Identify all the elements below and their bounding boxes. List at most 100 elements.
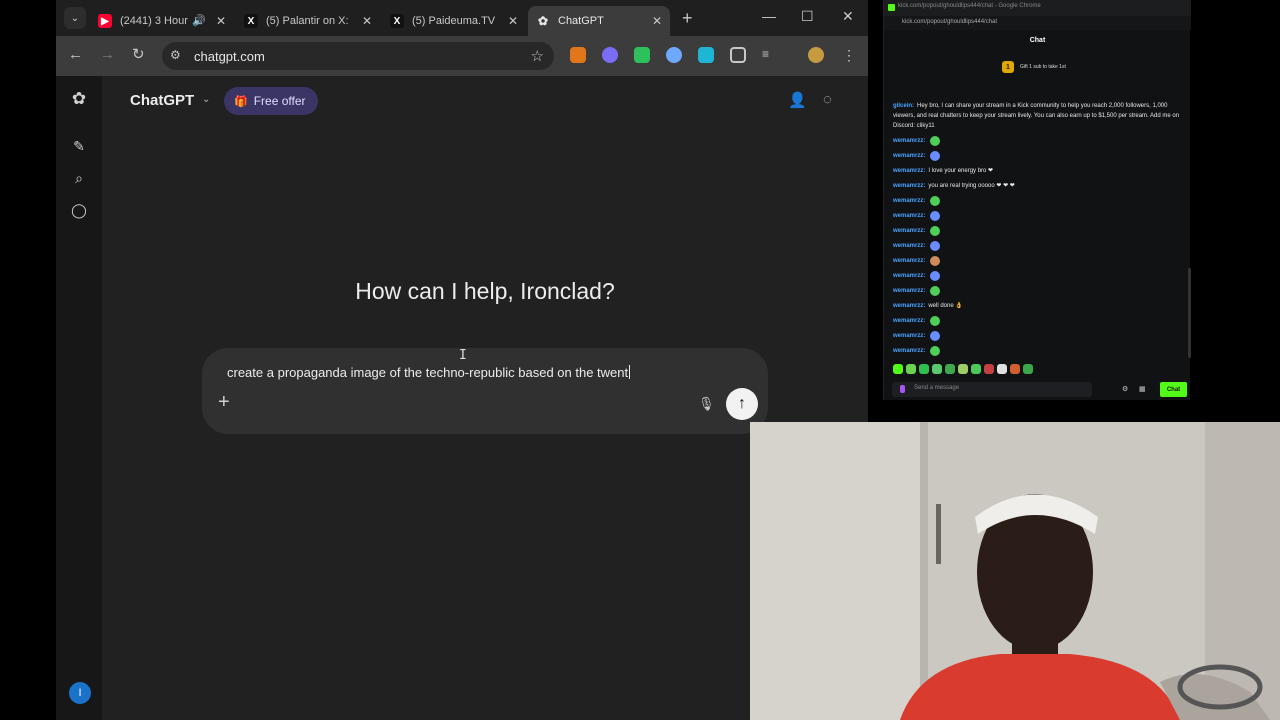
chat-username[interactable]: wemamrzz: [893, 166, 925, 176]
chat-message: wemamrzz: [893, 238, 1183, 253]
tab-youtube[interactable]: ▶ (2441) 3 Hour 🔊 ✕ [90, 6, 234, 36]
chat-username[interactable]: wemamrzz: [893, 151, 925, 161]
youtube-icon: ▶ [98, 14, 112, 28]
chat-message-input[interactable]: Send a message [892, 382, 1092, 397]
close-tab-icon[interactable]: ✕ [508, 14, 518, 28]
emote-icon[interactable] [997, 364, 1007, 374]
new-chat-icon[interactable]: ✎ [70, 137, 88, 155]
chat-message: wemamrzz: [893, 343, 1183, 358]
address-bar[interactable]: ⚙ chatgpt.com ☆ [162, 42, 554, 70]
extensions-puzzle-icon[interactable] [730, 47, 746, 63]
chat-username[interactable]: wemamrzz: [893, 181, 925, 191]
prompt-composer[interactable]: create a propaganda image of the techno-… [202, 348, 768, 434]
emote-icon [930, 270, 941, 281]
chat-message: wemamrzz: [893, 253, 1183, 268]
chat-username[interactable]: wemamrzz: [893, 196, 925, 206]
settings-icon[interactable]: ⚙ [1122, 385, 1136, 394]
chat-username[interactable]: wemamrzz: [893, 226, 925, 236]
chat-text: Hey bro, I can share your stream in a Ki… [893, 103, 1180, 129]
chat-username[interactable]: wemamrzz: [893, 286, 925, 296]
microphone-icon[interactable]: 🎙 [698, 396, 715, 412]
chat-username[interactable]: wemamrzz: [893, 211, 925, 221]
kick-url: kick.com/popout/ghouldlips444/chat [902, 19, 998, 25]
temporary-chat-icon[interactable]: ◌ [823, 91, 832, 108]
site-info-icon[interactable]: ⚙ [170, 48, 186, 64]
close-tab-icon[interactable]: ✕ [216, 14, 226, 28]
emote-icon [930, 225, 941, 236]
x-icon: X [390, 14, 404, 28]
metamask-extension-icon[interactable] [570, 47, 586, 63]
extension-icon[interactable] [634, 47, 650, 63]
webcam-image [750, 422, 1280, 720]
chat-message: wemamrzz: you are real trying ooooo ❤ ❤ ❤ [893, 178, 1183, 193]
emote-icon[interactable] [1010, 364, 1020, 374]
emote-icon[interactable] [984, 364, 994, 374]
webcam-overlay [750, 422, 1280, 720]
url-text[interactable]: chatgpt.com [194, 49, 265, 64]
tab-palantir[interactable]: X (5) Palantir on X: ✕ [236, 6, 380, 36]
chat-username[interactable]: wemamrzz: [893, 316, 925, 326]
gift-sub-banner[interactable]: 1 Gift 1 sub to take 1st [1002, 60, 1066, 74]
tab-paideuma[interactable]: X (5) Paideuma.TV ✕ [382, 6, 526, 36]
prompt-input[interactable]: create a propaganda image of the techno-… [227, 365, 631, 380]
close-window-icon[interactable]: ✕ [842, 8, 854, 25]
emote-icon[interactable] [932, 364, 942, 374]
openai-logo-icon[interactable]: ✿ [70, 89, 88, 108]
user-avatar[interactable]: I [69, 682, 91, 704]
gift-icon[interactable]: ▦ [1139, 385, 1153, 394]
add-person-icon[interactable]: 👤 [788, 91, 807, 109]
chat-username[interactable]: wemamrzz: [893, 256, 925, 266]
emote-icon [930, 150, 941, 161]
chat-username[interactable]: wemamrzz: [893, 136, 925, 146]
browser-toolbar: ← → ↻ ⚙ chatgpt.com ☆ ≡ ⋮ [56, 36, 868, 76]
emote-icon [930, 135, 941, 146]
library-chat-icon[interactable]: ◯ [70, 201, 88, 219]
chat-scrollbar[interactable] [1188, 268, 1191, 358]
profile-avatar[interactable] [808, 47, 824, 63]
chat-username[interactable]: wemamrzz: [893, 331, 925, 341]
extension-icon[interactable] [698, 47, 714, 63]
reload-icon[interactable]: ↻ [132, 46, 145, 64]
minimize-icon[interactable]: — [762, 8, 776, 24]
emote-icon[interactable] [971, 364, 981, 374]
chevron-down-icon[interactable]: ⌄ [202, 94, 210, 105]
extension-icon[interactable] [666, 47, 682, 63]
close-tab-icon[interactable]: ✕ [652, 14, 662, 28]
microphone-icon[interactable] [900, 385, 905, 393]
emote-icon[interactable] [906, 364, 916, 374]
kick-url-bar: kick.com/popout/ghouldlips444/chat [884, 16, 1191, 30]
free-offer-button[interactable]: 🎁 Free offer [224, 87, 318, 115]
chat-username[interactable]: gilcein: [893, 103, 914, 109]
speaker-icon[interactable]: 🔊 [192, 14, 206, 27]
emote-icon[interactable] [958, 364, 968, 374]
chat-message: wemamrzz: [893, 283, 1183, 298]
chat-message: wemamrzz: [893, 133, 1183, 148]
tab-search-button[interactable]: ⌄ [64, 7, 86, 29]
attach-plus-icon[interactable]: + [218, 392, 230, 412]
media-control-icon[interactable]: ≡ [762, 47, 778, 63]
extension-icon[interactable] [602, 47, 618, 63]
emote-icon[interactable] [945, 364, 955, 374]
model-selector[interactable]: ChatGPT [130, 92, 194, 109]
tab-chatgpt[interactable]: ✿ ChatGPT ✕ [528, 6, 670, 36]
emote-icon [930, 330, 941, 341]
emote-icon[interactable] [919, 364, 929, 374]
forward-icon[interactable]: → [100, 46, 115, 64]
maximize-icon[interactable]: ☐ [801, 8, 814, 25]
more-menu-icon[interactable]: ⋮ [842, 47, 858, 63]
chat-username[interactable]: wemamrzz: [893, 346, 925, 356]
new-tab-button[interactable]: + [682, 9, 693, 27]
close-tab-icon[interactable]: ✕ [362, 14, 372, 28]
chat-username[interactable]: wemamrzz: [893, 241, 925, 251]
chat-username[interactable]: wemamrzz: [893, 271, 925, 281]
search-icon[interactable]: ⌕ [70, 169, 88, 187]
send-button[interactable]: ↑ [726, 388, 758, 420]
emote-icon[interactable] [893, 364, 903, 374]
back-icon[interactable]: ← [68, 46, 83, 64]
bookmark-star-icon[interactable]: ☆ [531, 47, 544, 65]
chat-send-button[interactable]: Chat [1160, 382, 1187, 397]
kick-message-list: gilcein: Hey bro, I can share your stream… [893, 101, 1183, 358]
chat-username[interactable]: wemamrzz: [893, 301, 925, 311]
emote-icon[interactable] [1023, 364, 1033, 374]
free-offer-label: Free offer [253, 94, 306, 108]
